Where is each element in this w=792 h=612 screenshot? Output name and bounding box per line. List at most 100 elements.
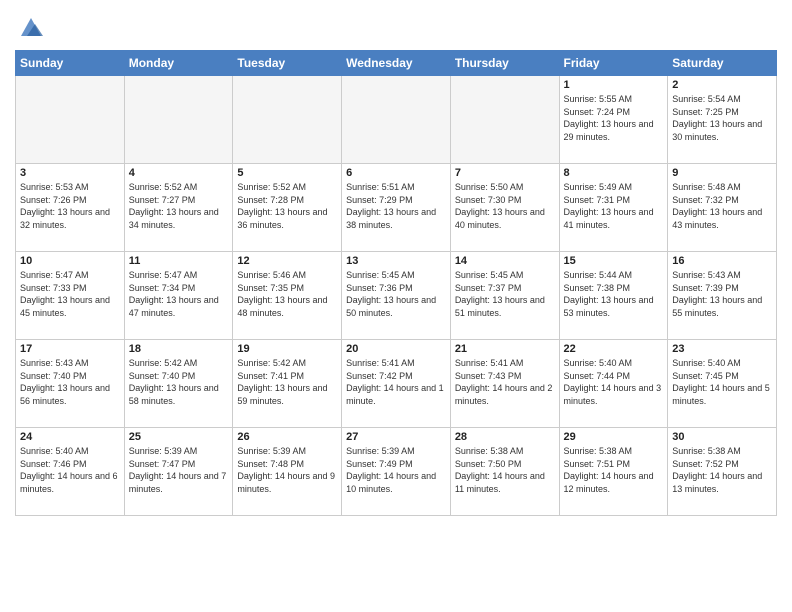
day-cell xyxy=(16,76,125,164)
day-cell: 15Sunrise: 5:44 AMSunset: 7:38 PMDayligh… xyxy=(559,252,668,340)
week-row-4: 17 Sunrise: 5:43 AMSunset: 7:40 PMDayligh… xyxy=(16,340,777,428)
day-cell xyxy=(233,76,342,164)
day-number: 27 xyxy=(346,431,446,443)
weekday-header-tuesday: Tuesday xyxy=(233,51,342,76)
weekday-header-thursday: Thursday xyxy=(450,51,559,76)
day-number: 13 xyxy=(346,255,446,267)
day-cell: 18Sunrise: 5:42 AMSunset: 7:40 PMDayligh… xyxy=(124,340,233,428)
header xyxy=(15,10,777,42)
weekday-header-sunday: Sunday xyxy=(16,51,125,76)
day-number: 4 xyxy=(129,167,229,179)
day-info: Sunrise: 5:48 AMSunset: 7:32 PMDaylight:… xyxy=(672,181,772,231)
weekday-header-friday: Friday xyxy=(559,51,668,76)
day-number: 28 xyxy=(455,431,555,443)
day-number: 16 xyxy=(672,255,772,267)
logo xyxy=(15,14,45,42)
day-number: 11 xyxy=(129,255,229,267)
day-number: 15 xyxy=(564,255,664,267)
day-info: Sunrise: 5:51 AMSunset: 7:29 PMDaylight:… xyxy=(346,181,446,231)
day-number: 19 xyxy=(237,343,337,355)
day-info: Sunrise: 5:39 AMSunset: 7:49 PMDaylight:… xyxy=(346,445,446,495)
day-info: Sunrise: 5:41 AMSunset: 7:43 PMDaylight:… xyxy=(455,357,555,407)
day-cell xyxy=(124,76,233,164)
day-number: 2 xyxy=(672,79,772,91)
day-info: Sunrise: 5:52 AMSunset: 7:28 PMDaylight:… xyxy=(237,181,337,231)
day-number: 23 xyxy=(672,343,772,355)
day-number: 5 xyxy=(237,167,337,179)
day-number: 26 xyxy=(237,431,337,443)
day-info: Sunrise: 5:47 AMSunset: 7:34 PMDaylight:… xyxy=(129,269,229,319)
day-cell: 26 Sunrise: 5:39 AMSunset: 7:48 PMDayligh… xyxy=(233,428,342,516)
day-info: Sunrise: 5:40 AMSunset: 7:44 PMDaylight:… xyxy=(564,357,664,407)
day-number: 29 xyxy=(564,431,664,443)
day-number: 6 xyxy=(346,167,446,179)
day-info: Sunrise: 5:40 AMSunset: 7:45 PMDaylight:… xyxy=(672,357,772,407)
day-info: Sunrise: 5:54 AMSunset: 7:25 PMDaylight:… xyxy=(672,93,772,143)
week-row-3: 10Sunrise: 5:47 AMSunset: 7:33 PMDayligh… xyxy=(16,252,777,340)
day-cell: 23 Sunrise: 5:40 AMSunset: 7:45 PMDayligh… xyxy=(668,340,777,428)
day-info: Sunrise: 5:38 AMSunset: 7:51 PMDaylight:… xyxy=(564,445,664,495)
day-info: Sunrise: 5:39 AMSunset: 7:48 PMDaylight:… xyxy=(237,445,337,495)
day-info: Sunrise: 5:46 AMSunset: 7:35 PMDaylight:… xyxy=(237,269,337,319)
day-number: 8 xyxy=(564,167,664,179)
day-info: Sunrise: 5:38 AMSunset: 7:52 PMDaylight:… xyxy=(672,445,772,495)
day-info: Sunrise: 5:40 AMSunset: 7:46 PMDaylight:… xyxy=(20,445,120,495)
day-info: Sunrise: 5:53 AMSunset: 7:26 PMDaylight:… xyxy=(20,181,120,231)
day-cell: 16 Sunrise: 5:43 AMSunset: 7:39 PMDayligh… xyxy=(668,252,777,340)
day-cell xyxy=(450,76,559,164)
day-cell: 30 Sunrise: 5:38 AMSunset: 7:52 PMDayligh… xyxy=(668,428,777,516)
page: SundayMondayTuesdayWednesdayThursdayFrid… xyxy=(0,0,792,531)
day-info: Sunrise: 5:38 AMSunset: 7:50 PMDaylight:… xyxy=(455,445,555,495)
day-cell: 2 Sunrise: 5:54 AMSunset: 7:25 PMDaylight… xyxy=(668,76,777,164)
day-cell: 29 Sunrise: 5:38 AMSunset: 7:51 PMDayligh… xyxy=(559,428,668,516)
day-number: 9 xyxy=(672,167,772,179)
day-cell: 27 Sunrise: 5:39 AMSunset: 7:49 PMDayligh… xyxy=(342,428,451,516)
day-number: 3 xyxy=(20,167,120,179)
day-cell: 6 Sunrise: 5:51 AMSunset: 7:29 PMDaylight… xyxy=(342,164,451,252)
logo-icon xyxy=(17,14,45,42)
day-info: Sunrise: 5:43 AMSunset: 7:40 PMDaylight:… xyxy=(20,357,120,407)
day-number: 21 xyxy=(455,343,555,355)
day-cell: 9 Sunrise: 5:48 AMSunset: 7:32 PMDaylight… xyxy=(668,164,777,252)
day-number: 1 xyxy=(564,79,664,91)
day-number: 30 xyxy=(672,431,772,443)
day-number: 17 xyxy=(20,343,120,355)
day-number: 22 xyxy=(564,343,664,355)
day-number: 14 xyxy=(455,255,555,267)
day-cell: 3 Sunrise: 5:53 AMSunset: 7:26 PMDaylight… xyxy=(16,164,125,252)
day-cell: 17 Sunrise: 5:43 AMSunset: 7:40 PMDayligh… xyxy=(16,340,125,428)
day-info: Sunrise: 5:43 AMSunset: 7:39 PMDaylight:… xyxy=(672,269,772,319)
day-cell: 5 Sunrise: 5:52 AMSunset: 7:28 PMDaylight… xyxy=(233,164,342,252)
day-number: 20 xyxy=(346,343,446,355)
day-number: 7 xyxy=(455,167,555,179)
day-info: Sunrise: 5:52 AMSunset: 7:27 PMDaylight:… xyxy=(129,181,229,231)
day-cell: 7 Sunrise: 5:50 AMSunset: 7:30 PMDaylight… xyxy=(450,164,559,252)
day-cell: 4 Sunrise: 5:52 AMSunset: 7:27 PMDaylight… xyxy=(124,164,233,252)
day-number: 24 xyxy=(20,431,120,443)
week-row-2: 3 Sunrise: 5:53 AMSunset: 7:26 PMDaylight… xyxy=(16,164,777,252)
weekday-header-row: SundayMondayTuesdayWednesdayThursdayFrid… xyxy=(16,51,777,76)
week-row-5: 24 Sunrise: 5:40 AMSunset: 7:46 PMDayligh… xyxy=(16,428,777,516)
day-cell: 21 Sunrise: 5:41 AMSunset: 7:43 PMDayligh… xyxy=(450,340,559,428)
day-info: Sunrise: 5:50 AMSunset: 7:30 PMDaylight:… xyxy=(455,181,555,231)
day-cell: 8Sunrise: 5:49 AMSunset: 7:31 PMDaylight… xyxy=(559,164,668,252)
day-cell: 22 Sunrise: 5:40 AMSunset: 7:44 PMDayligh… xyxy=(559,340,668,428)
day-info: Sunrise: 5:45 AMSunset: 7:37 PMDaylight:… xyxy=(455,269,555,319)
day-cell: 20 Sunrise: 5:41 AMSunset: 7:42 PMDayligh… xyxy=(342,340,451,428)
day-cell: 1Sunrise: 5:55 AMSunset: 7:24 PMDaylight… xyxy=(559,76,668,164)
day-number: 12 xyxy=(237,255,337,267)
day-info: Sunrise: 5:45 AMSunset: 7:36 PMDaylight:… xyxy=(346,269,446,319)
weekday-header-saturday: Saturday xyxy=(668,51,777,76)
day-cell: 10Sunrise: 5:47 AMSunset: 7:33 PMDayligh… xyxy=(16,252,125,340)
day-info: Sunrise: 5:39 AMSunset: 7:47 PMDaylight:… xyxy=(129,445,229,495)
day-cell: 12 Sunrise: 5:46 AMSunset: 7:35 PMDayligh… xyxy=(233,252,342,340)
day-cell: 13 Sunrise: 5:45 AMSunset: 7:36 PMDayligh… xyxy=(342,252,451,340)
day-info: Sunrise: 5:41 AMSunset: 7:42 PMDaylight:… xyxy=(346,357,446,407)
day-cell xyxy=(342,76,451,164)
day-info: Sunrise: 5:42 AMSunset: 7:40 PMDaylight:… xyxy=(129,357,229,407)
day-cell: 25 Sunrise: 5:39 AMSunset: 7:47 PMDayligh… xyxy=(124,428,233,516)
day-cell: 14 Sunrise: 5:45 AMSunset: 7:37 PMDayligh… xyxy=(450,252,559,340)
day-number: 10 xyxy=(20,255,120,267)
day-cell: 24 Sunrise: 5:40 AMSunset: 7:46 PMDayligh… xyxy=(16,428,125,516)
day-number: 25 xyxy=(129,431,229,443)
